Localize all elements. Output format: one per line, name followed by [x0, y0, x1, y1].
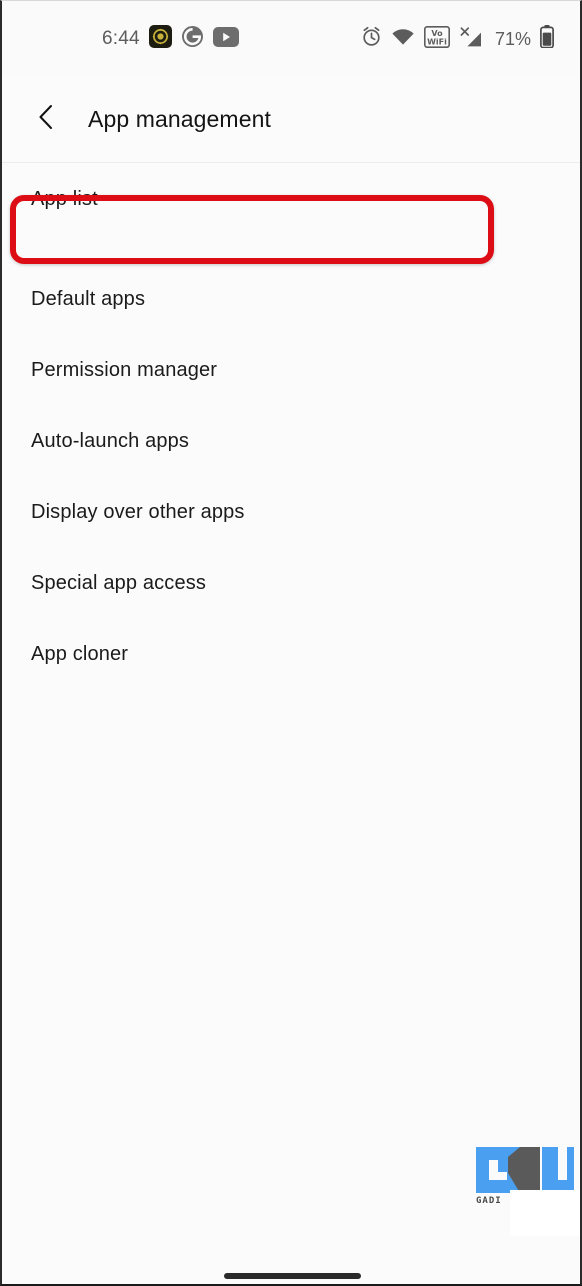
list-item-label: App cloner: [31, 643, 129, 665]
app-badge-icon: [148, 25, 172, 53]
chevron-left-icon: [36, 104, 58, 135]
wifi-icon: [391, 27, 415, 52]
watermark-text: GADI: [476, 1196, 502, 1206]
list-item-display-over-other-apps[interactable]: Display over other apps: [2, 477, 580, 548]
list-item-label: Permission manager: [31, 359, 218, 381]
page-title: App management: [88, 106, 271, 132]
app-bar: App management: [2, 77, 580, 163]
home-gesture-pill[interactable]: [224, 1273, 361, 1279]
settings-list: App list Default apps Permission manager…: [2, 164, 580, 1284]
list-item-label: Auto-launch apps: [31, 430, 190, 452]
battery-icon: [540, 25, 554, 53]
list-item-default-apps[interactable]: Default apps: [2, 264, 580, 335]
back-button[interactable]: [30, 103, 64, 137]
list-item-label: Display over other apps: [31, 501, 245, 523]
vowifi-icon: Vo WiFi: [423, 25, 450, 53]
list-item-permission-manager[interactable]: Permission manager: [2, 335, 580, 406]
gu-monogram-logo: [476, 1147, 576, 1193]
list-item-label: Default apps: [31, 288, 146, 310]
status-bar-left: 6:44: [102, 25, 239, 53]
list-item-app-list[interactable]: App list: [2, 164, 580, 235]
list-item-app-cloner[interactable]: App cloner: [2, 619, 580, 690]
youtube-icon: [212, 26, 239, 52]
list-item-label: App list: [31, 188, 98, 210]
battery-percentage: 71%: [494, 28, 531, 49]
phone-screen: 6:44 Vo WiFi 71% App management App list…: [0, 0, 582, 1286]
watermark-occluder: [510, 1190, 580, 1236]
list-item-auto-launch-apps[interactable]: Auto-launch apps: [2, 406, 580, 477]
watermark: GADI: [474, 1145, 580, 1236]
list-item-label: Special app access: [31, 572, 207, 594]
svg-text:WiFi: WiFi: [427, 37, 447, 46]
status-bar-clock: 6:44: [102, 28, 140, 49]
google-icon: [181, 25, 204, 53]
cellular-no-sim-icon: [459, 26, 484, 53]
list-item-special-app-access[interactable]: Special app access: [2, 548, 580, 619]
status-bar-right: Vo WiFi 71%: [361, 25, 554, 53]
status-bar: 6:44 Vo WiFi 71%: [2, 1, 580, 77]
alarm-clock-icon: [361, 26, 382, 52]
